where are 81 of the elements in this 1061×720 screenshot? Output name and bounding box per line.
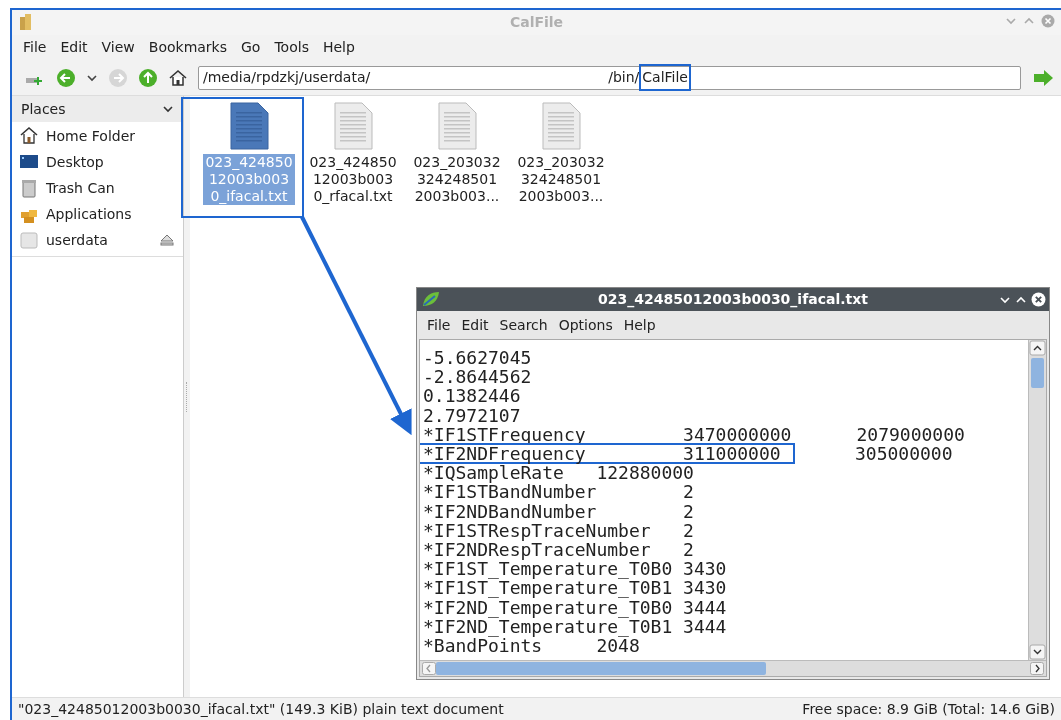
status-text: "023_42485012003b0030_ifacal.txt" (149.3 KiB) plain text document xyxy=(18,699,504,719)
menu-item[interactable]: Help xyxy=(322,37,355,58)
menu-item[interactable]: Bookmarks xyxy=(148,37,227,58)
place-item[interactable]: Desktop xyxy=(12,149,183,175)
file-item[interactable]: 023_203032 324248501 2003b003... xyxy=(510,102,612,205)
forward-icon[interactable] xyxy=(108,67,128,88)
free-space-text: Free space: 8.9 GiB (Total: 14.6 GiB) xyxy=(802,699,1055,719)
scroll-down-icon[interactable] xyxy=(1029,644,1046,660)
menu-item[interactable]: Go xyxy=(241,37,261,58)
file-item[interactable]: 023_203032 324248501 2003b003... xyxy=(406,102,508,205)
file-item[interactable]: 023_424850 12003b003 0_rfacal.txt xyxy=(302,102,404,205)
menu-item[interactable]: File xyxy=(427,314,451,336)
menu-item[interactable]: View xyxy=(101,37,135,58)
highlighted-path-text: CalFile xyxy=(639,64,691,91)
leaf-icon xyxy=(421,290,441,308)
file-name: 023_203032 324248501 2003b003... xyxy=(516,154,606,205)
scroll-left-icon[interactable] xyxy=(422,662,436,675)
chevron-icon xyxy=(162,104,174,114)
text-line: *IF1STFrequency 3470000000 2079000000 xyxy=(423,424,965,444)
history-dropdown-icon[interactable] xyxy=(86,72,98,83)
document-icon xyxy=(436,102,478,150)
text-line: *IF2NDBandNumber 2 xyxy=(423,501,694,521)
house-icon xyxy=(19,126,39,146)
back-icon[interactable] xyxy=(56,67,76,88)
window-title: CalFile xyxy=(509,13,564,32)
place-item[interactable]: Home Folder xyxy=(12,123,183,149)
folder-icon xyxy=(18,13,34,31)
document-icon xyxy=(540,102,582,150)
path-text: /bin/ xyxy=(608,68,640,87)
up-icon[interactable] xyxy=(138,67,158,88)
horizontal-scrollbar[interactable] xyxy=(420,660,1046,676)
file-name: 023_203032 324248501 2003b003... xyxy=(412,154,502,205)
text-line: *IF2ND_Temperature_T0B0 3444 xyxy=(423,597,727,617)
text-line: *IF1STRespTraceNumber 2 xyxy=(423,520,694,540)
eject-icon[interactable] xyxy=(159,233,175,247)
path-text: /media/rpdzkj/userdata/ xyxy=(203,68,371,87)
place-label: Applications xyxy=(46,204,133,224)
place-label: Trash Can xyxy=(46,178,116,198)
places-header[interactable]: Places xyxy=(12,96,183,122)
place-label: Desktop xyxy=(46,152,105,172)
menu-item[interactable]: Search xyxy=(499,314,548,336)
place-label: userdata xyxy=(46,230,109,250)
place-item[interactable]: Trash Can xyxy=(12,175,183,201)
menu-item[interactable]: File xyxy=(23,37,47,58)
text-line: *IF1ST_Temperature_T0B0 3430 xyxy=(423,559,727,579)
place-item[interactable]: Applications xyxy=(12,201,183,227)
text-line: 305000000 xyxy=(855,444,953,464)
text-line: -5.6627045 xyxy=(423,348,532,368)
menu-item[interactable]: Edit xyxy=(461,314,489,336)
close-icon[interactable] xyxy=(1031,292,1046,307)
editor-title: 023_42485012003b0030_ifacal.txt xyxy=(598,290,868,310)
scrollbar-thumb[interactable] xyxy=(436,662,766,675)
scrollbar-thumb[interactable] xyxy=(1031,358,1044,388)
text-line: *IF1ST_Temperature_T0B1 3430 xyxy=(423,578,727,598)
menu-item[interactable]: Tools xyxy=(274,37,309,58)
text-line: *BandPoints 2048 xyxy=(423,636,640,656)
file-name: 023_424850 12003b003 0_rfacal.txt xyxy=(308,154,398,205)
text-line: *IF2NDRespTraceNumber 2 xyxy=(423,540,694,560)
home-icon[interactable] xyxy=(168,67,188,88)
address-field[interactable]: /media/rpdzkj/userdata/ /bin/ CalFile xyxy=(198,65,1021,90)
trash-icon xyxy=(19,178,39,198)
places-label: Places xyxy=(21,99,66,119)
drive-icon xyxy=(19,230,39,250)
vertical-scrollbar[interactable] xyxy=(1028,340,1046,660)
document-icon xyxy=(228,102,270,150)
text-line: 0.1382446 xyxy=(423,386,521,406)
document-icon xyxy=(332,102,374,150)
text-line: *IF1STBandNumber 2 xyxy=(423,482,694,502)
text-line: -2.8644562 xyxy=(423,367,532,387)
scroll-up-icon[interactable] xyxy=(1029,340,1046,356)
scroll-right-icon[interactable] xyxy=(1030,662,1044,675)
menu-item[interactable]: Options xyxy=(558,314,613,336)
splitter-handle[interactable] xyxy=(186,381,188,412)
go-icon[interactable] xyxy=(1031,67,1055,88)
place-item[interactable]: userdata xyxy=(12,227,183,253)
menu-item[interactable]: Help xyxy=(623,314,656,336)
text-line: 2.7972107 xyxy=(423,405,521,425)
place-label: Home Folder xyxy=(46,126,137,146)
file-name: 023_424850 12003b003 0_ifacal.txt xyxy=(203,154,295,205)
menu-item[interactable]: Edit xyxy=(60,37,88,58)
text-line: *IQSampleRate 122880000 xyxy=(423,463,694,483)
